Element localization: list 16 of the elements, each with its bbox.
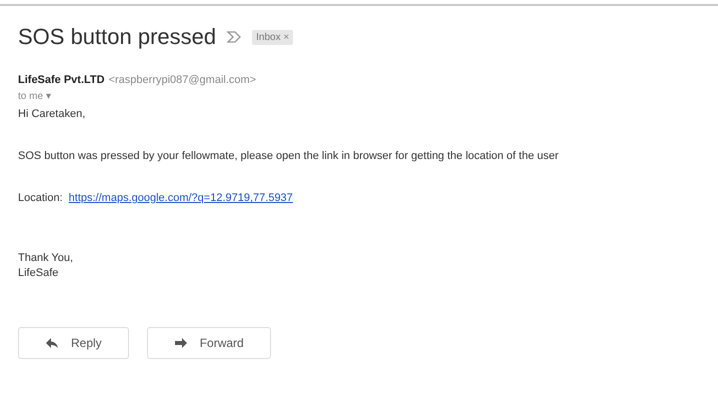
closing-text: Thank You, xyxy=(18,252,74,264)
importance-marker-icon[interactable] xyxy=(226,30,242,44)
reply-arrow-icon xyxy=(45,337,59,349)
sender-name: LifeSafe Pvt.LTD xyxy=(18,74,105,86)
forward-arrow-icon xyxy=(174,337,188,349)
inbox-label: Inbox × xyxy=(252,30,294,44)
map-link[interactable]: https://maps.google.com/?q=12.9719,77.5937 xyxy=(68,192,293,204)
closing-text: LifeSafe xyxy=(18,267,60,279)
forward-button[interactable]: Forward xyxy=(146,327,271,359)
location-label: Location: xyxy=(18,192,63,204)
email-subject: SOS button pressed xyxy=(18,24,216,50)
reply-button[interactable]: Reply xyxy=(18,327,129,359)
greeting-text: Hi Caretaken, xyxy=(18,108,86,120)
recipient-dropdown[interactable]: to me ▾ xyxy=(18,90,51,102)
sender-email: <raspberrypi087@gmail.com> xyxy=(108,74,256,86)
message-text: SOS button was pressed by your fellowmate, please open the link in browser for getting the location of the user xyxy=(18,150,560,162)
